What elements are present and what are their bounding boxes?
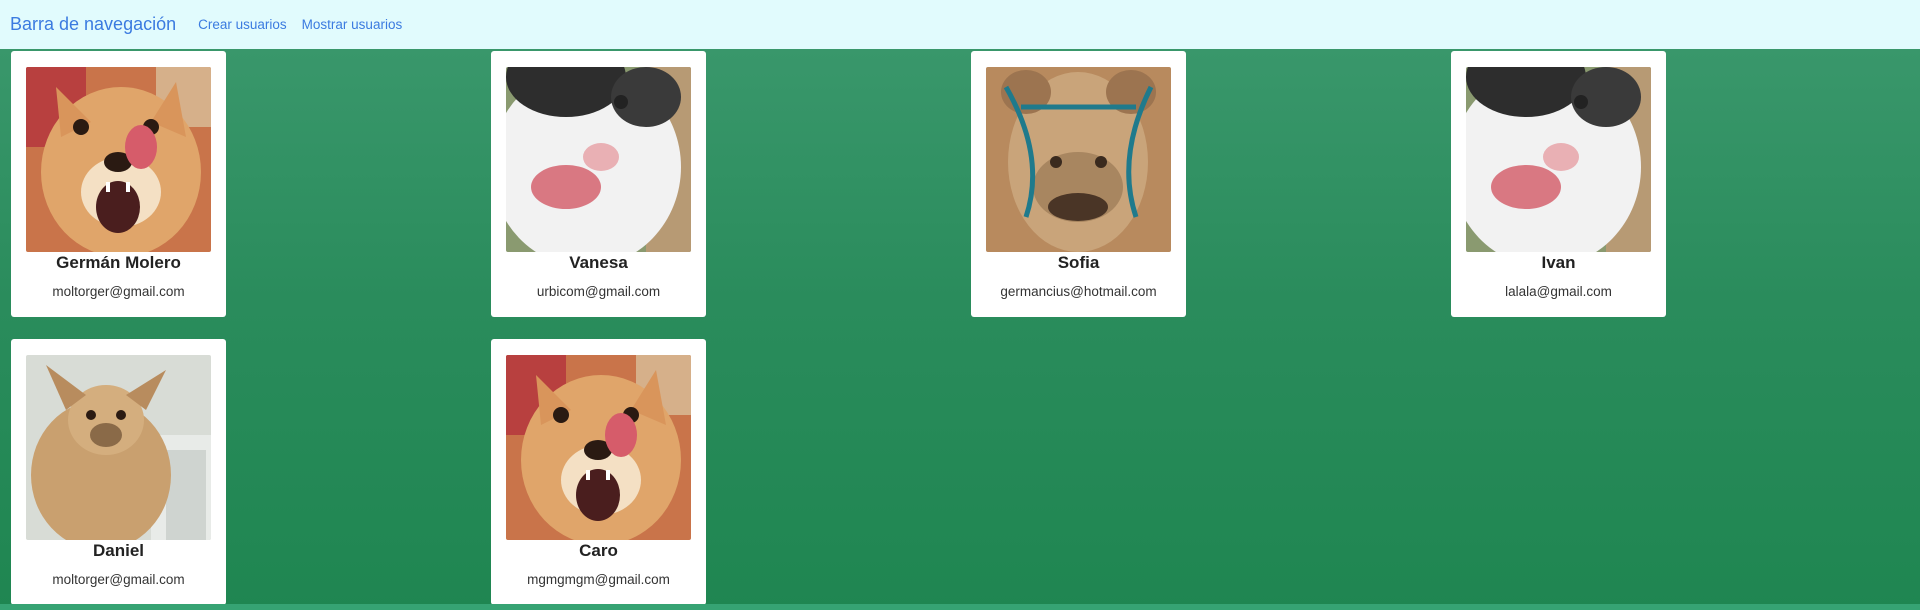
dog-photo-image — [506, 355, 691, 540]
navbar-brand[interactable]: Barra de navegación — [10, 14, 176, 35]
user-name: Germán Molero — [56, 253, 181, 272]
user-email: mgmgmgm@gmail.com — [527, 572, 670, 587]
user-email: urbicom@gmail.com — [536, 284, 661, 299]
user-email: germancius@hotmail.com — [1000, 284, 1157, 299]
user-photo — [506, 67, 691, 252]
user-photo — [1466, 67, 1651, 252]
user-card[interactable]: Vanesa urbicom@gmail.com — [491, 51, 706, 317]
navbar: Barra de navegación Crear usuarios Mostr… — [0, 0, 1920, 49]
user-name: Ivan — [1541, 253, 1576, 272]
cat-photo-image — [1466, 67, 1651, 252]
user-email: lalala@gmail.com — [1505, 284, 1612, 299]
user-card[interactable]: Sofia germancius@hotmail.com — [971, 51, 1186, 317]
user-name: Sofia — [1057, 253, 1100, 272]
user-grid: Germán Molero moltorger@gmail.com Vanesa… — [0, 49, 1920, 610]
user-email: moltorger@gmail.com — [52, 284, 185, 299]
user-email: moltorger@gmail.com — [52, 572, 185, 587]
user-name: Vanesa — [569, 253, 628, 272]
dog-photo-image — [26, 67, 211, 252]
user-card[interactable]: Daniel moltorger@gmail.com — [11, 339, 226, 605]
bottom-strip — [0, 604, 1920, 610]
camel-photo-image — [986, 67, 1171, 252]
cat-photo-image — [506, 67, 691, 252]
user-card[interactable]: Ivan lalala@gmail.com — [1451, 51, 1666, 317]
nav-link-mostrar-usuarios[interactable]: Mostrar usuarios — [302, 17, 403, 32]
nav-link-crear-usuarios[interactable]: Crear usuarios — [198, 17, 287, 32]
user-card[interactable]: Germán Molero moltorger@gmail.com — [11, 51, 226, 317]
user-card[interactable]: Caro mgmgmgm@gmail.com — [491, 339, 706, 605]
user-photo — [986, 67, 1171, 252]
user-photo — [506, 355, 691, 540]
user-photo — [26, 67, 211, 252]
chihuahua-photo-image — [26, 355, 211, 540]
user-name: Daniel — [92, 541, 145, 560]
user-name: Caro — [579, 541, 618, 560]
user-photo — [26, 355, 211, 540]
